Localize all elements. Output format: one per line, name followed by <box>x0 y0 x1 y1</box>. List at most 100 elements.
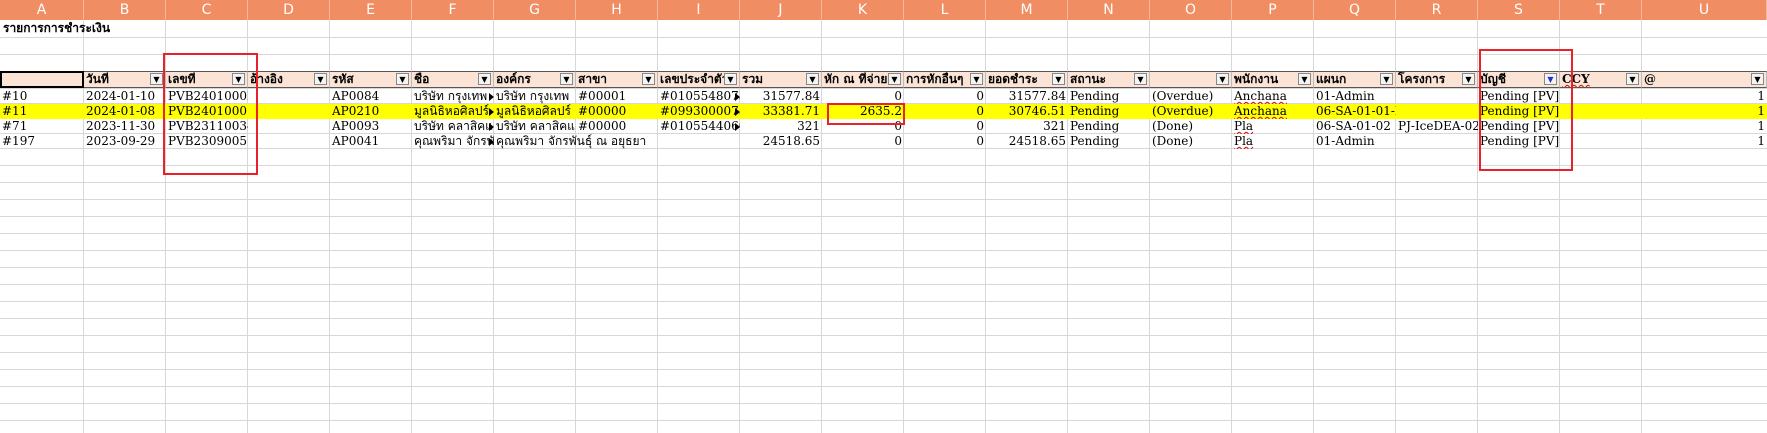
cell-a[interactable]: #11 <box>0 104 84 119</box>
filter-header-c[interactable]: เลขที่ ▼ <box>166 71 248 88</box>
cell-c[interactable]: PVB24010001 <box>166 104 248 119</box>
cell-k[interactable]: 0 <box>822 119 904 134</box>
filter-dropdown-icon[interactable]: ▼ <box>1380 73 1393 85</box>
cell-h[interactable] <box>576 134 658 149</box>
cell-p[interactable]: Pla <box>1232 134 1314 149</box>
cell-n[interactable]: Pending <box>1068 134 1150 149</box>
cell-j[interactable]: 24518.65 <box>740 134 822 149</box>
cell-n[interactable]: Pending <box>1068 119 1150 134</box>
filter-header-f[interactable]: ชื่อ ▼ <box>412 71 494 88</box>
cell-j[interactable]: 321 <box>740 119 822 134</box>
column-header-k[interactable]: K <box>822 0 904 20</box>
cell-l[interactable]: 0 <box>904 104 986 119</box>
filter-header-t[interactable]: CCY ▼ <box>1560 71 1642 88</box>
cell-h[interactable]: #00000 <box>576 104 658 119</box>
cell-q[interactable]: 01-Admin <box>1314 89 1396 104</box>
cell-q[interactable]: 06-SA-01-02 <box>1314 119 1396 134</box>
cell-b[interactable]: 2023-09-29 <box>84 134 166 149</box>
filter-header-i[interactable]: เลขประจำตัว ▼ <box>658 71 740 88</box>
cell-o[interactable]: (Overdue) <box>1150 104 1232 119</box>
cell-q[interactable]: 01-Admin <box>1314 134 1396 149</box>
column-header-j[interactable]: J <box>740 0 822 20</box>
filter-header-p[interactable]: พนักงาน ▼ <box>1232 71 1314 88</box>
filter-dropdown-icon[interactable]: ▼ <box>806 73 819 85</box>
cell-r[interactable] <box>1396 89 1478 104</box>
cell-b[interactable]: 2024-01-10 <box>84 89 166 104</box>
filter-header-e[interactable]: รหัส ▼ <box>330 71 412 88</box>
cell-i[interactable]: #0993000075 <box>658 104 740 119</box>
cell-r[interactable] <box>1396 104 1478 119</box>
cell-f[interactable]: บริษัท คลาสิคแ <box>412 119 494 134</box>
filter-header-g[interactable]: องค์กร ▼ <box>494 71 576 88</box>
cell-d[interactable] <box>248 119 330 134</box>
column-header-r[interactable]: R <box>1396 0 1478 20</box>
cell-o[interactable]: (Overdue) <box>1150 89 1232 104</box>
filter-header-a[interactable] <box>0 71 84 88</box>
filter-header-s[interactable]: บัญชี ▼ <box>1478 71 1560 88</box>
cell-i[interactable] <box>658 134 740 149</box>
cell-c[interactable]: PVB23090051 <box>166 134 248 149</box>
filter-header-u[interactable]: @ ▼ <box>1642 71 1767 88</box>
table-row[interactable]: #71 2023-11-30 PVB23110034 AP0093 บริษัท คลา… <box>0 119 1767 134</box>
cell-e[interactable]: AP0093 <box>330 119 412 134</box>
filter-dropdown-icon[interactable]: ▼ <box>314 73 327 85</box>
filter-header-q[interactable]: แผนก ▼ <box>1314 71 1396 88</box>
column-header-l[interactable]: L <box>904 0 986 20</box>
column-header-d[interactable]: D <box>248 0 330 20</box>
filter-header-b[interactable]: วันที่ ▼ <box>84 71 166 88</box>
filter-dropdown-icon[interactable]: ▼ <box>1751 73 1764 85</box>
cell-h[interactable]: #00001 <box>576 89 658 104</box>
filter-dropdown-icon[interactable]: ▼ <box>396 73 409 85</box>
filter-dropdown-icon[interactable]: ▼ <box>970 73 983 85</box>
column-header-s[interactable]: S <box>1478 0 1560 20</box>
cell-g[interactable]: บริษัท คลาสิคแ <box>494 119 576 134</box>
cell-a[interactable]: #10 <box>0 89 84 104</box>
filter-dropdown-icon[interactable]: ▼ <box>478 73 491 85</box>
cell-n[interactable]: Pending <box>1068 104 1150 119</box>
table-row[interactable]: #10 2024-01-10 PVB24010002 AP0084 บริษัท กรุ… <box>0 89 1767 104</box>
cell-i[interactable]: #0105548073 <box>658 89 740 104</box>
cell-t[interactable] <box>1560 104 1642 119</box>
cell-t[interactable] <box>1560 134 1642 149</box>
cell-r[interactable]: PJ-IceDEA-02 <box>1396 119 1478 134</box>
column-header-e[interactable]: E <box>330 0 412 20</box>
filter-header-r[interactable]: โครงการ ▼ <box>1396 71 1478 88</box>
filter-dropdown-icon[interactable]: ▼ <box>642 73 655 85</box>
cell-m[interactable]: 24518.65 <box>986 134 1068 149</box>
cell-m[interactable]: 31577.84 <box>986 89 1068 104</box>
cell-i[interactable]: #0105544060 <box>658 119 740 134</box>
cell-e[interactable]: AP0084 <box>330 89 412 104</box>
column-header-m[interactable]: M <box>986 0 1068 20</box>
cell-f[interactable]: มูลนิธิหอศิลปร์ <box>412 104 494 119</box>
cell-n[interactable]: Pending <box>1068 89 1150 104</box>
table-row[interactable]: #11 2024-01-08 PVB24010001 AP0210 มูลนิธิหอศ… <box>0 104 1767 119</box>
cell-b[interactable]: 2024-01-08 <box>84 104 166 119</box>
cell-b[interactable]: 2023-11-30 <box>84 119 166 134</box>
cell-f[interactable]: บริษัท กรุงเทพ <box>412 89 494 104</box>
cell-p[interactable]: Anchana <box>1232 89 1314 104</box>
cell-s[interactable]: Pending [PV] <box>1478 119 1560 134</box>
column-header-t[interactable]: T <box>1560 0 1642 20</box>
filter-header-m[interactable]: ยอดชำระ ▼ <box>986 71 1068 88</box>
cell-s[interactable]: Pending [PV] <box>1478 134 1560 149</box>
cell-p[interactable]: Anchana <box>1232 104 1314 119</box>
cell-d[interactable] <box>248 134 330 149</box>
filter-dropdown-icon[interactable]: ▼ <box>232 73 245 85</box>
filter-dropdown-icon[interactable]: ▼ <box>1216 73 1229 85</box>
cell-m[interactable]: 30746.51 <box>986 104 1068 119</box>
cell-s[interactable]: Pending [PV] <box>1478 104 1560 119</box>
cell-j[interactable]: 31577.84 <box>740 89 822 104</box>
cell-u[interactable]: 1 <box>1642 104 1767 119</box>
cell-u[interactable]: 1 <box>1642 89 1767 104</box>
cell-d[interactable] <box>248 104 330 119</box>
cell-e[interactable]: AP0041 <box>330 134 412 149</box>
column-header-g[interactable]: G <box>494 0 576 20</box>
filter-dropdown-icon[interactable]: ▼ <box>724 73 737 85</box>
filter-dropdown-icon[interactable]: ▼ <box>1134 73 1147 85</box>
column-header-n[interactable]: N <box>1068 0 1150 20</box>
spreadsheet-grid[interactable]: รายการการชำระเงิน วันที่ ▼ เลขที่ ▼ อ้างอิง ▼… <box>0 20 1767 433</box>
cell-u[interactable]: 1 <box>1642 119 1767 134</box>
filter-header-l[interactable]: การหักอื่นๆ ▼ <box>904 71 986 88</box>
filter-dropdown-icon[interactable]: ▼ <box>1462 73 1475 85</box>
column-header-h[interactable]: H <box>576 0 658 20</box>
